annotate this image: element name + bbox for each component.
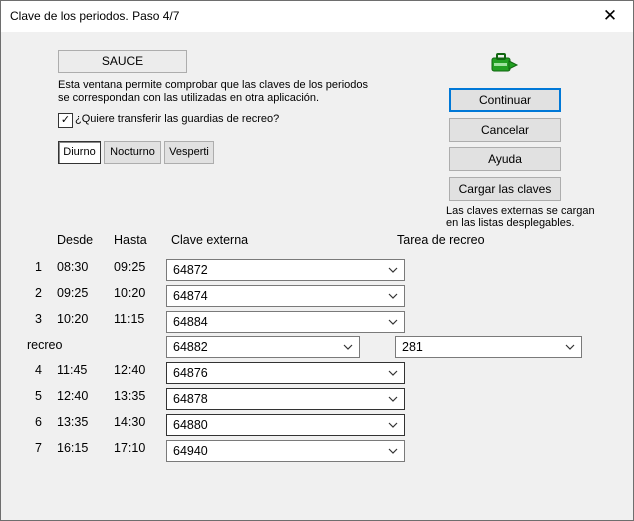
info-line-1: Esta ventana permite comprobar que las c… <box>58 79 369 91</box>
external-key-select[interactable]: 64878 <box>166 388 405 410</box>
period-number: 1 <box>35 260 42 274</box>
period-number: 4 <box>35 363 42 377</box>
header-clave-externa: Clave externa <box>171 233 249 247</box>
external-key-value: 64884 <box>173 315 208 329</box>
chevron-down-icon <box>343 344 353 350</box>
external-key-value: 64940 <box>173 444 208 458</box>
info-text: Esta ventana permite comprobar que las c… <box>58 79 378 105</box>
period-end: 11:15 <box>114 312 145 326</box>
school-name-box: SAUCE <box>58 50 187 73</box>
external-key-select[interactable]: 64872 <box>166 259 405 281</box>
chevron-down-icon <box>388 267 398 273</box>
period-start: 11:45 <box>57 363 88 377</box>
period-number: 6 <box>35 415 42 429</box>
external-key-value: 64876 <box>173 366 208 380</box>
period-end: 10:20 <box>114 286 146 300</box>
period-number: 2 <box>35 286 42 300</box>
chevron-down-icon <box>565 344 575 350</box>
period-end: 17:10 <box>114 441 146 455</box>
load-note: Las claves externas se cargan en las lis… <box>446 205 616 229</box>
external-key-value: 64874 <box>173 289 208 303</box>
period-end: 12:40 <box>114 363 146 377</box>
note-line-1: Las claves externas se cargan <box>446 205 595 217</box>
period-start: 16:15 <box>57 441 89 455</box>
dialog-window: Clave de los periodos. Paso 4/7 ✕ SAUCE … <box>0 0 634 521</box>
external-key-select[interactable]: 64876 <box>166 362 405 384</box>
period-number: 5 <box>35 389 42 403</box>
title-bar: Clave de los periodos. Paso 4/7 ✕ <box>1 1 633 32</box>
chevron-down-icon <box>388 370 398 376</box>
tab-vespertino[interactable]: Vesperti <box>164 141 214 164</box>
load-keys-button[interactable]: Cargar las claves <box>449 177 561 201</box>
window-title: Clave de los periodos. Paso 4/7 <box>10 9 180 23</box>
recess-key-value: 64882 <box>173 340 208 354</box>
period-start: 09:25 <box>57 286 89 300</box>
header-desde: Desde <box>57 233 94 247</box>
period-end: 09:25 <box>114 260 146 274</box>
period-end: 13:35 <box>114 389 146 403</box>
help-button[interactable]: Ayuda <box>449 147 561 171</box>
chevron-down-icon <box>388 448 398 454</box>
transfer-recess-checkbox[interactable]: ✓ <box>58 113 73 128</box>
chevron-down-icon <box>388 293 398 299</box>
period-start: 12:40 <box>57 389 89 403</box>
info-line-2: se correspondan con las utilizadas en ot… <box>58 92 320 104</box>
period-number: 7 <box>35 441 42 455</box>
external-key-select[interactable]: 64940 <box>166 440 405 462</box>
period-number: 3 <box>35 312 42 326</box>
note-line-2: en las listas desplegables. <box>446 217 575 229</box>
chevron-down-icon <box>388 422 398 428</box>
chevron-down-icon <box>388 396 398 402</box>
period-end: 14:30 <box>114 415 146 429</box>
external-key-value: 64878 <box>173 392 208 406</box>
transfer-recess-label[interactable]: ¿Quiere transferir las guardias de recre… <box>75 113 279 125</box>
recess-task-select[interactable]: 281 <box>395 336 582 358</box>
recess-key-select[interactable]: 64882 <box>166 336 360 358</box>
period-start: 08:30 <box>57 260 89 274</box>
recess-label: recreo <box>27 338 63 352</box>
tab-nocturno[interactable]: Nocturno <box>104 141 161 164</box>
transfer-briefcase-icon <box>491 53 519 72</box>
external-key-value: 64880 <box>173 418 208 432</box>
chevron-down-icon <box>388 319 398 325</box>
period-start: 13:35 <box>57 415 89 429</box>
continue-button[interactable]: Continuar <box>449 88 561 112</box>
header-hasta: Hasta <box>114 233 147 247</box>
close-icon[interactable]: ✕ <box>587 1 633 32</box>
external-key-select[interactable]: 64884 <box>166 311 405 333</box>
header-tarea-recreo: Tarea de recreo <box>397 233 485 247</box>
period-start: 10:20 <box>57 312 89 326</box>
cancel-button[interactable]: Cancelar <box>449 118 561 142</box>
external-key-select[interactable]: 64874 <box>166 285 405 307</box>
external-key-value: 64872 <box>173 263 208 277</box>
external-key-select[interactable]: 64880 <box>166 414 405 436</box>
tab-diurno[interactable]: Diurno <box>58 141 101 164</box>
recess-task-value: 281 <box>402 340 423 354</box>
